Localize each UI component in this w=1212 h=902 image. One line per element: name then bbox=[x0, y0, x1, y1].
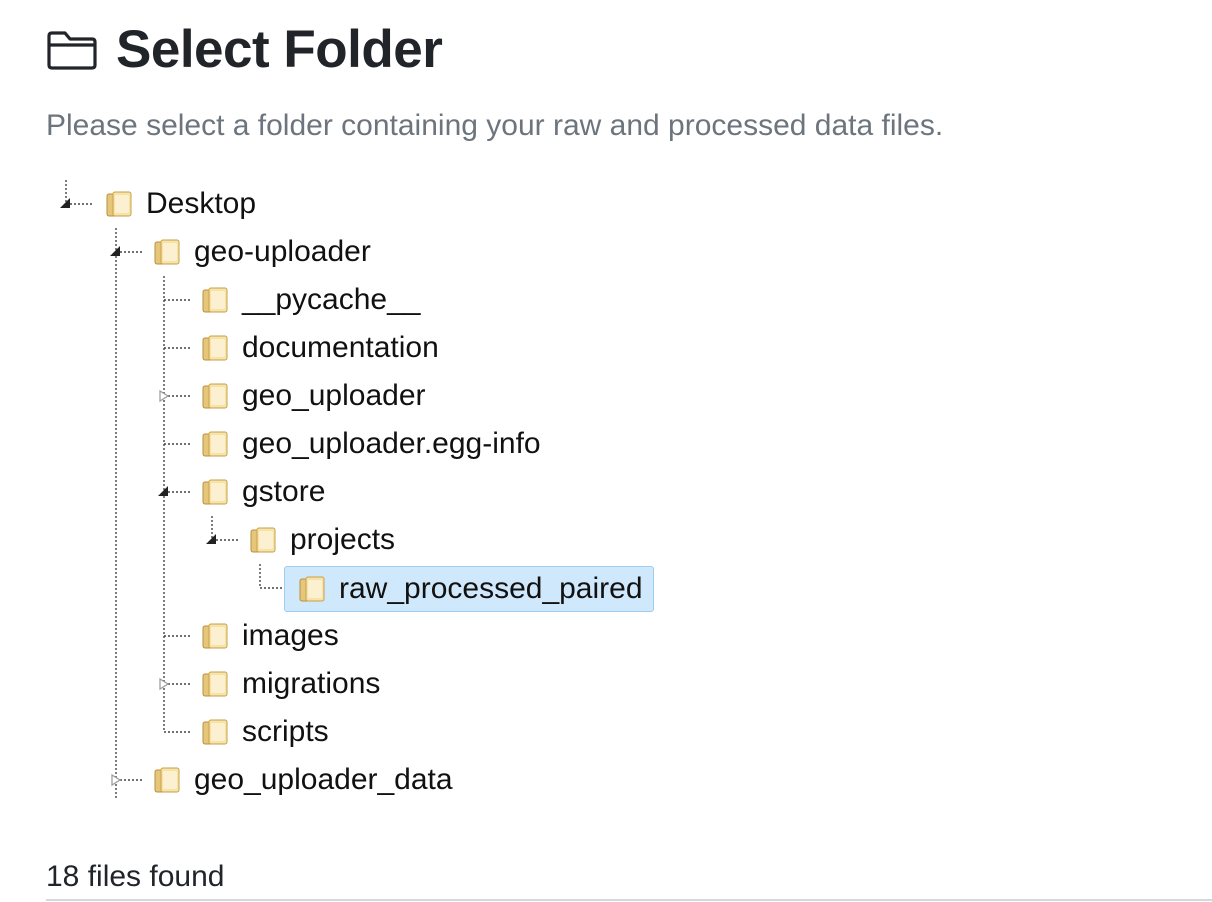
tree-node-images[interactable]: images bbox=[200, 616, 339, 656]
folder-icon bbox=[202, 383, 228, 409]
folder-icon bbox=[202, 719, 228, 745]
tree-node-label: raw_processed_paired bbox=[339, 572, 643, 605]
tree-node-desktop[interactable]: Desktop bbox=[104, 184, 256, 224]
tree-node-pycache[interactable]: __pycache__ bbox=[200, 280, 420, 320]
tree-node-label: geo-uploader bbox=[194, 235, 371, 268]
tree-node-label: projects bbox=[290, 523, 396, 556]
tree-node-label: documentation bbox=[242, 331, 439, 364]
tree-node-documentation[interactable]: documentation bbox=[200, 328, 439, 368]
collapse-toggle-migrations[interactable] bbox=[157, 677, 171, 691]
folder-icon bbox=[106, 191, 132, 217]
folder-icon bbox=[202, 671, 228, 697]
tree-node-gstore[interactable]: gstore bbox=[200, 472, 325, 512]
folder-icon bbox=[202, 431, 228, 457]
tree-node-egg-info[interactable]: geo_uploader.egg-info bbox=[200, 424, 541, 464]
tree-node-label: Desktop bbox=[146, 187, 257, 220]
tree-node-scripts[interactable]: scripts bbox=[200, 712, 329, 752]
tree-node-geo-uploader-pkg[interactable]: geo_uploader bbox=[200, 376, 426, 416]
tree-node-label: __pycache__ bbox=[242, 283, 421, 316]
expand-toggle-gstore[interactable] bbox=[156, 484, 170, 498]
tree-node-projects[interactable]: projects bbox=[248, 520, 395, 560]
folder-icon bbox=[202, 479, 228, 505]
tree-node-geo-uploader-data[interactable]: geo_uploader_data bbox=[152, 760, 453, 800]
folder-tree: Desktop geo-uploader __pycache__ documen… bbox=[0, 0, 1212, 820]
select-folder-page: Select Folder Please select a folder con… bbox=[0, 0, 1212, 902]
tree-node-label: images bbox=[242, 619, 339, 652]
folder-icon bbox=[202, 335, 228, 361]
tree-node-label: geo_uploader_data bbox=[194, 763, 453, 796]
tree-connector-lines bbox=[65, 180, 286, 800]
tree-node-geo-uploader[interactable]: geo-uploader bbox=[152, 232, 371, 272]
tree-node-migrations[interactable]: migrations bbox=[200, 664, 380, 704]
collapse-toggle-geo-uploader-data[interactable] bbox=[109, 773, 123, 787]
tree-node-label: geo_uploader bbox=[242, 379, 426, 412]
expand-toggle-desktop[interactable] bbox=[58, 196, 72, 210]
folder-icon bbox=[202, 623, 228, 649]
folder-icon bbox=[154, 239, 180, 265]
tree-node-raw-processed-paired[interactable]: raw_processed_paired bbox=[284, 566, 654, 612]
folder-icon bbox=[299, 576, 325, 602]
folder-icon bbox=[154, 767, 180, 793]
tree-node-label: gstore bbox=[242, 475, 326, 508]
collapse-toggle-geo-uploader-pkg[interactable] bbox=[157, 389, 171, 403]
folder-icon bbox=[250, 527, 276, 553]
folder-icon bbox=[202, 287, 228, 313]
expand-toggle-projects[interactable] bbox=[204, 532, 218, 546]
expand-toggle-geo-uploader[interactable] bbox=[108, 244, 122, 258]
tree-node-label: migrations bbox=[242, 667, 381, 700]
tree-node-label: geo_uploader.egg-info bbox=[242, 427, 541, 460]
footer-divider bbox=[46, 899, 1212, 901]
tree-node-label: scripts bbox=[242, 715, 329, 748]
files-found-status: 18 files found bbox=[46, 860, 225, 893]
